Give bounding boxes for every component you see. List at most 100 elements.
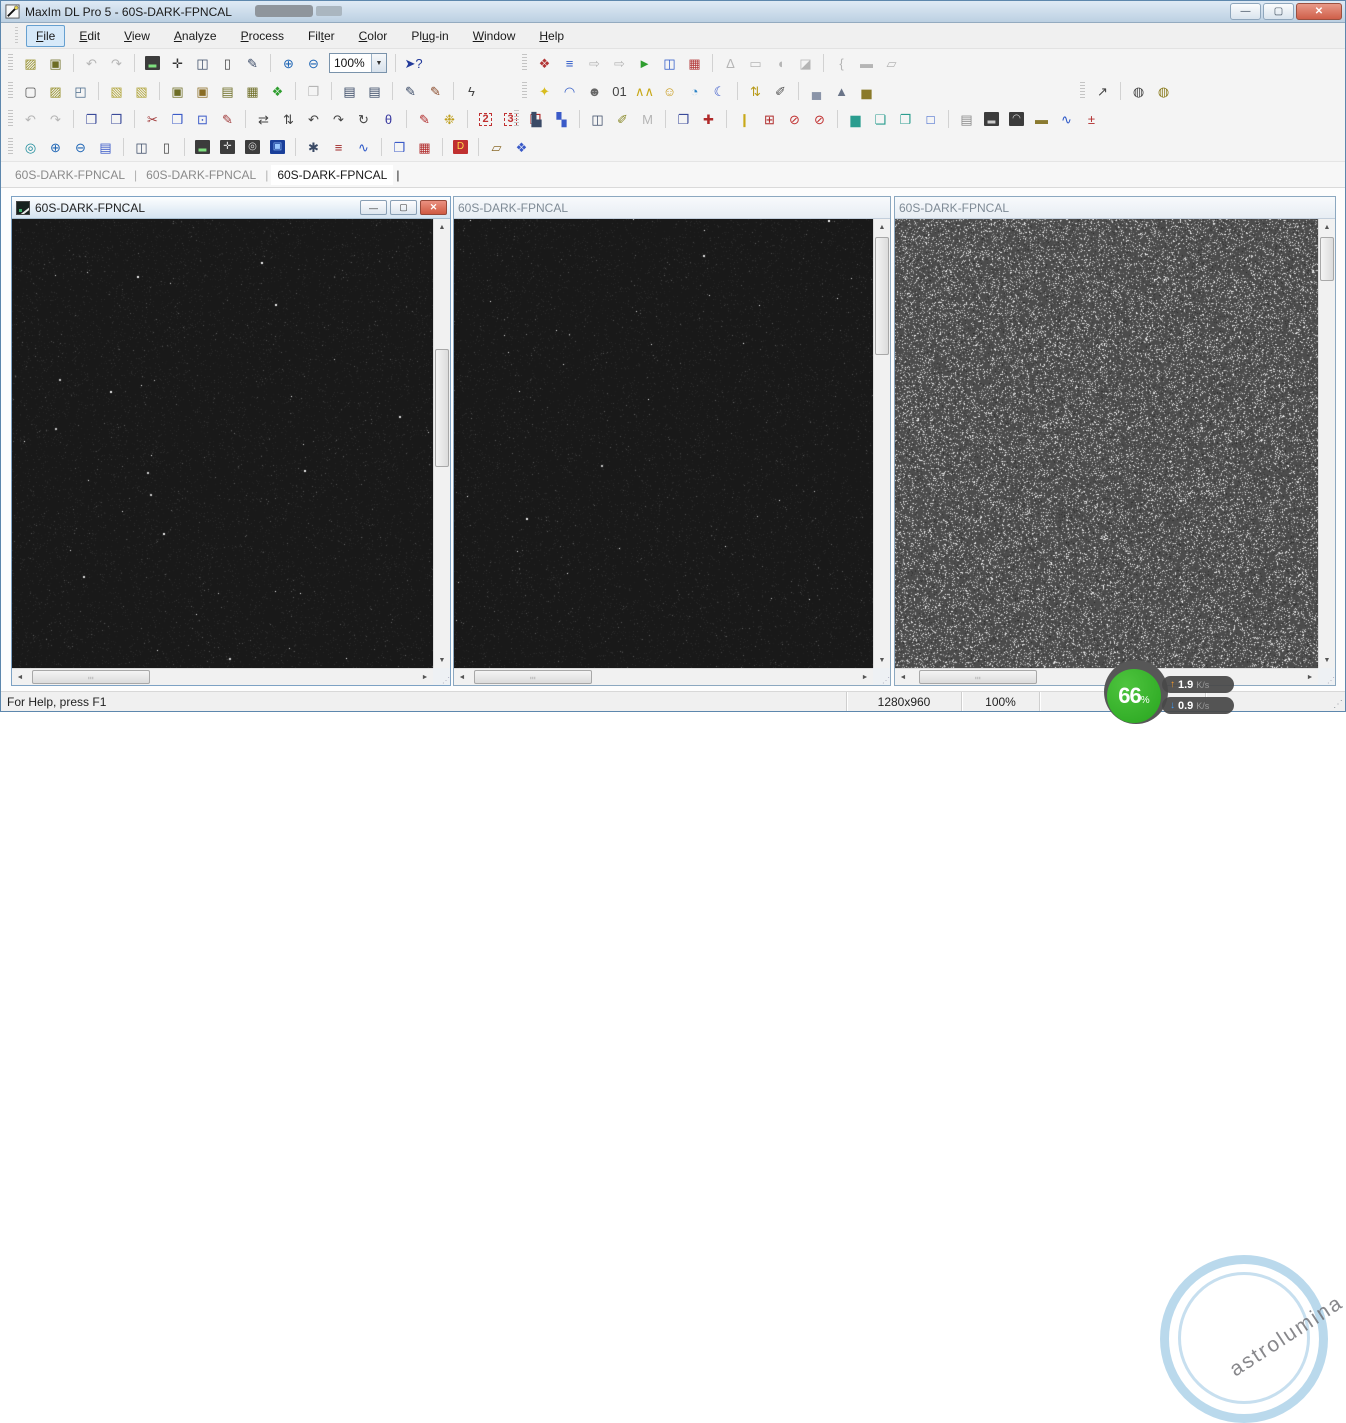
pixel-brush-button[interactable]: ❙ bbox=[733, 108, 756, 131]
open-folder-button[interactable]: ▧ bbox=[105, 80, 128, 103]
image-canvas-1[interactable] bbox=[12, 219, 433, 668]
combo-arrow-icon[interactable]: ▼ bbox=[371, 54, 386, 72]
kernel-layers-2-button[interactable]: ❐ bbox=[894, 108, 917, 131]
toolbar-grip[interactable] bbox=[8, 138, 13, 156]
resize-grip[interactable]: ⋰ bbox=[873, 668, 890, 685]
scroll-right-icon[interactable]: ► bbox=[857, 669, 873, 685]
annotate-page-button[interactable]: ✎ bbox=[399, 80, 422, 103]
child-minimize-button[interactable]: — bbox=[360, 200, 387, 215]
image-window-2-titlebar[interactable]: 60S-DARK-FPNCAL bbox=[454, 197, 890, 219]
settings-search-button[interactable]: ✱ bbox=[302, 136, 325, 159]
add-marker-button[interactable]: ✚ bbox=[697, 108, 720, 131]
window-resize-grip[interactable]: ⋰ bbox=[1333, 699, 1343, 710]
status-smiley-button[interactable]: ☺ bbox=[658, 80, 681, 103]
free-rotate-button[interactable]: θ bbox=[377, 108, 400, 131]
image-canvas-2[interactable] bbox=[454, 219, 873, 668]
duplicate-window-button[interactable]: ❒ bbox=[166, 108, 189, 131]
document-tab-1[interactable]: 60S-DARK-FPNCAL bbox=[9, 165, 131, 185]
graph-window-button[interactable]: ◫ bbox=[586, 108, 609, 131]
new-document-button[interactable]: ▢ bbox=[19, 80, 42, 103]
zoom-out-view-button[interactable]: ⊖ bbox=[69, 136, 92, 159]
panel-toggle-view-button[interactable]: ◫ bbox=[130, 136, 153, 159]
toolbar-grip[interactable] bbox=[8, 110, 13, 128]
open-special-button[interactable]: ◰ bbox=[69, 80, 92, 103]
stretch-dark-button[interactable]: ▂ bbox=[191, 136, 214, 159]
image-library-button[interactable]: ≡ bbox=[327, 136, 350, 159]
title-bar[interactable]: MaxIm DL Pro 5 - 60S-DARK-FPNCAL — ▢ ✕ bbox=[1, 1, 1345, 23]
measure-tool-button[interactable]: ✐ bbox=[611, 108, 634, 131]
magnify-dark-button[interactable]: ◎ bbox=[241, 136, 264, 159]
vertical-scrollbar[interactable]: ▲ ▼ bbox=[1318, 219, 1335, 668]
save-folder-button[interactable]: ▧ bbox=[130, 80, 153, 103]
horizontal-scrollbar[interactable]: ◄ ► bbox=[12, 668, 433, 685]
batch-save-button[interactable]: ▦ bbox=[241, 80, 264, 103]
menu-edit[interactable]: Edit bbox=[69, 25, 110, 47]
telescope-pointer-button[interactable]: ↗ bbox=[1091, 80, 1114, 103]
child-close-button[interactable]: ✕ bbox=[420, 200, 447, 215]
scroll-left-icon[interactable]: ◄ bbox=[454, 669, 470, 685]
sky-chart-button[interactable]: ◔ bbox=[683, 80, 706, 103]
pan-window-button[interactable]: ▣ bbox=[266, 136, 289, 159]
copy-data-button[interactable]: ❐ bbox=[672, 108, 695, 131]
flip-vertical-button[interactable]: ⇅ bbox=[277, 108, 300, 131]
zoom-in-button[interactable]: ⊕ bbox=[277, 52, 300, 75]
bin-2x2-button[interactable]: 2 bbox=[474, 108, 497, 131]
disable-calibration-button[interactable]: ⊘ bbox=[783, 108, 806, 131]
maximize-button[interactable]: ▢ bbox=[1263, 3, 1294, 20]
zoom-in-view-button[interactable]: ⊕ bbox=[44, 136, 67, 159]
rotate-180-button[interactable]: ↻ bbox=[352, 108, 375, 131]
crosshair-window-button[interactable]: ✛ bbox=[166, 52, 189, 75]
menu-view[interactable]: View bbox=[114, 25, 160, 47]
menu-file[interactable]: File bbox=[26, 25, 65, 47]
minimize-button[interactable]: — bbox=[1230, 3, 1261, 20]
net-percent-badge[interactable]: 66 % bbox=[1107, 669, 1161, 723]
night-vision-button[interactable]: ☻ bbox=[583, 80, 606, 103]
menu-help[interactable]: Help bbox=[529, 25, 574, 47]
child-restore-button[interactable]: ▢ bbox=[390, 200, 417, 215]
dome-control-button[interactable]: ◠ bbox=[558, 80, 581, 103]
line-profile-button[interactable]: ▙ bbox=[525, 108, 548, 131]
observatory-button[interactable]: ◍ bbox=[1127, 80, 1150, 103]
document-tab-3[interactable]: 60S-DARK-FPNCAL bbox=[271, 165, 393, 185]
menu-plug-in[interactable]: Plug-in bbox=[401, 25, 458, 47]
horizontal-scroll-thumb[interactable] bbox=[919, 670, 1037, 684]
menu-process[interactable]: Process bbox=[231, 25, 294, 47]
vertical-scrollbar[interactable]: ▲ ▼ bbox=[433, 219, 450, 668]
align-planes-button[interactable]: ► bbox=[633, 52, 656, 75]
vertical-scroll-thumb[interactable] bbox=[1320, 237, 1334, 281]
scroll-up-icon[interactable]: ▲ bbox=[434, 219, 450, 235]
disable-filter-button[interactable]: ⊘ bbox=[808, 108, 831, 131]
toolbar-grip[interactable] bbox=[522, 82, 527, 100]
pencil-tool-button[interactable]: ✎ bbox=[413, 108, 436, 131]
context-help-button[interactable]: ➤? bbox=[402, 52, 425, 75]
vertical-scrollbar[interactable]: ▲ ▼ bbox=[873, 219, 890, 668]
file-list-button[interactable]: ▤ bbox=[94, 136, 117, 159]
mouse-window-button[interactable]: ▯ bbox=[216, 52, 239, 75]
menu-analyze[interactable]: Analyze bbox=[164, 25, 227, 47]
zoom-level-combo[interactable]: 100%▼ bbox=[329, 53, 387, 73]
crop-window-button[interactable]: ⊡ bbox=[191, 108, 214, 131]
response-curve-button[interactable]: ∿ bbox=[352, 136, 375, 159]
scroll-up-icon[interactable]: ▲ bbox=[874, 219, 890, 235]
flip-horizontal-button[interactable]: ⇄ bbox=[252, 108, 275, 131]
color-adjust-button[interactable]: ❉ bbox=[438, 108, 461, 131]
fft-bars-button[interactable]: ▆ bbox=[844, 108, 867, 131]
vertical-scroll-thumb[interactable] bbox=[875, 237, 889, 355]
color-bars-button[interactable]: ≡ bbox=[558, 52, 581, 75]
horizon-sunrise-button[interactable]: ▲ bbox=[830, 80, 853, 103]
net-speed-overlay[interactable]: 66 % ↑ 1.9 K/s ↓ 0.9 K/s bbox=[1098, 660, 1278, 712]
tile-windows-button[interactable]: ❖ bbox=[510, 136, 533, 159]
toolbar-grip[interactable] bbox=[8, 54, 13, 72]
panel-toggle-button[interactable]: ◫ bbox=[191, 52, 214, 75]
cut-button[interactable]: ✂ bbox=[141, 108, 164, 131]
save-all-button[interactable]: ▤ bbox=[216, 80, 239, 103]
image-window-1-titlebar[interactable]: 60S-DARK-FPNCAL — ▢ ✕ bbox=[12, 197, 450, 219]
toolbar-grip[interactable] bbox=[1080, 82, 1085, 100]
color-sampler-button[interactable]: ▬ bbox=[1030, 108, 1053, 131]
horizontal-scroll-thumb[interactable] bbox=[32, 670, 150, 684]
crosshair-dark-button[interactable]: ✛ bbox=[216, 136, 239, 159]
magnify-window-button[interactable]: ◎ bbox=[19, 136, 42, 159]
selection-box-button[interactable]: □ bbox=[919, 108, 942, 131]
run-script-button[interactable]: ϟ bbox=[460, 80, 483, 103]
observatory-notes-button[interactable]: ◍ bbox=[1152, 80, 1175, 103]
